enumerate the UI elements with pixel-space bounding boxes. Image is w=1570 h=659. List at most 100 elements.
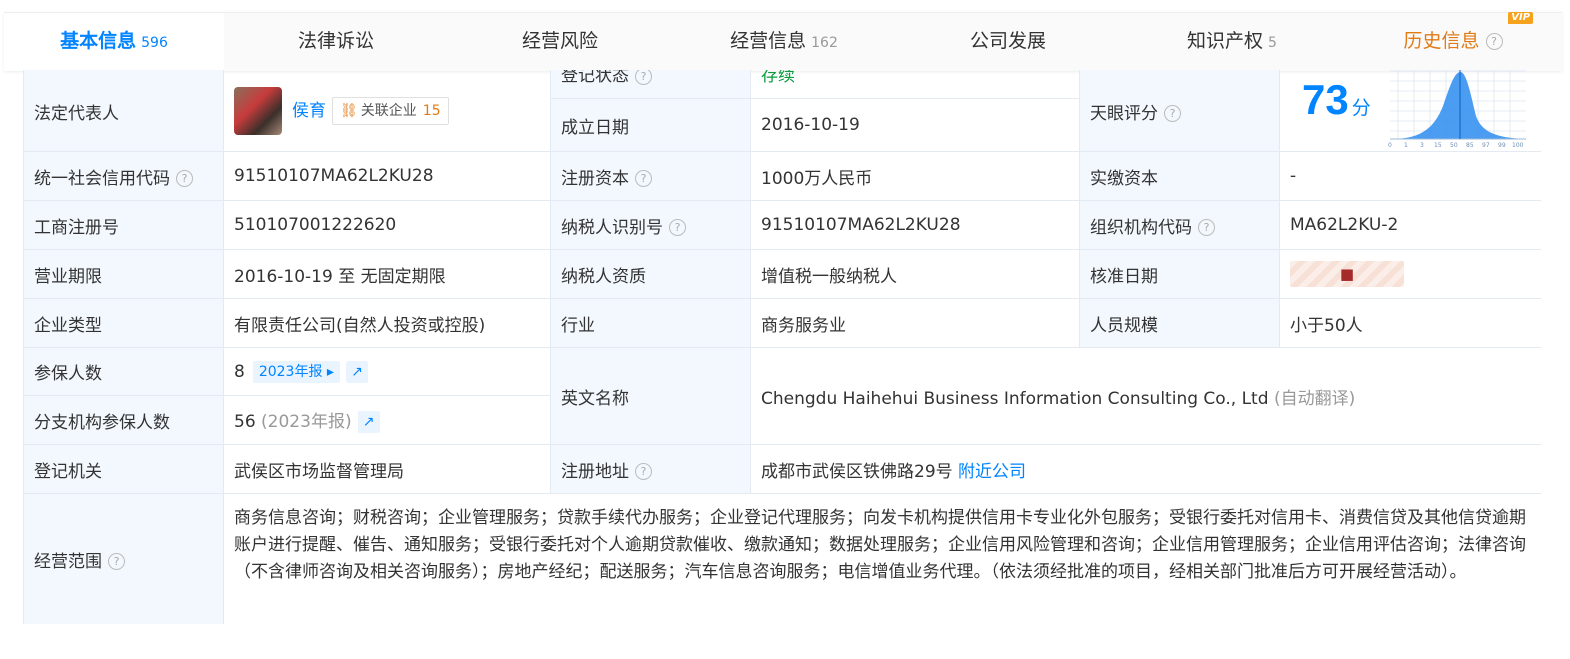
help-icon[interactable]: ?: [176, 170, 193, 187]
help-icon[interactable]: ?: [635, 170, 652, 187]
scope-label-cell: 经营范围?: [23, 493, 224, 624]
approve-date-label: 核准日期: [1090, 266, 1158, 287]
credit-code-value: 91510107MA62L2KU28: [234, 166, 434, 186]
help-icon[interactable]: ?: [635, 70, 652, 85]
english-name-value: Chengdu Haihehui Business Information Co…: [761, 388, 1269, 409]
tab-ip[interactable]: 知识产权 5: [1120, 13, 1344, 71]
line-chart-icon[interactable]: ↗: [345, 360, 368, 383]
help-icon[interactable]: ?: [669, 219, 686, 236]
tab-basic-info[interactable]: 基本信息 596: [4, 13, 224, 71]
tab-label: 基本信息: [60, 30, 137, 52]
paid-capital-label: 实缴资本: [1090, 168, 1158, 189]
annual-report-tag[interactable]: 2023年报 ▸: [252, 360, 340, 383]
score-label-cell: 天眼评分?: [1079, 70, 1280, 152]
tab-label: 历史信息: [1403, 30, 1480, 52]
staff-label: 人员规模: [1090, 315, 1158, 336]
tab-count: 162: [811, 35, 838, 51]
tax-quality-label-cell: 纳税人资质: [550, 249, 751, 299]
staff-label-cell: 人员规模: [1079, 298, 1280, 348]
paid-capital-value: -: [1290, 166, 1297, 186]
status-cell: 存续: [750, 70, 1080, 100]
score-value: 73: [1302, 76, 1349, 123]
type-value: 有限责任公司(自然人投资或控股): [234, 315, 486, 336]
score-axis-tick: 50: [1450, 142, 1458, 149]
scope-label: 经营范围: [34, 551, 102, 572]
help-icon[interactable]: ?: [1485, 33, 1503, 50]
related-companies-button[interactable]: ⛓ 关联企业 15: [332, 97, 449, 125]
score-cell[interactable]: 73 分 0 1 3 15 50 85 97 99 100: [1279, 70, 1541, 152]
tab-count: 596: [141, 35, 168, 51]
insured-value: 8: [234, 361, 245, 382]
tax-quality-label: 纳税人资质: [561, 266, 646, 287]
org-code-label: 组织机构代码: [1090, 217, 1192, 238]
authority-cell: 武侯区市场监督管理局: [223, 444, 551, 494]
score-axis-tick: 97: [1482, 142, 1490, 149]
branch-insured-label-cell: 分支机构参保人数: [23, 395, 224, 445]
taxpayer-id-label-cell: 纳税人识别号?: [550, 200, 751, 250]
help-icon[interactable]: ?: [1164, 105, 1181, 122]
tab-operations[interactable]: 经营信息 162: [672, 13, 896, 71]
industry-label-cell: 行业: [550, 298, 751, 348]
legal-rep-cell: 侯育 ⛓ 关联企业 15: [223, 70, 551, 152]
tab-label: 经营信息: [730, 30, 807, 52]
english-label-cell: 英文名称: [550, 347, 751, 445]
branch-insured-value: 56: [234, 412, 256, 432]
term-cell: 2016-10-19 至 无固定期限: [223, 249, 551, 299]
legal-rep-name-link[interactable]: 侯育: [292, 101, 326, 121]
insured-label-cell: 参保人数: [23, 347, 224, 396]
credit-code-label: 统一社会信用代码: [34, 168, 170, 189]
basic-info-table: 法定代表人 侯育 ⛓ 关联企业 15 登记状态? 存续 天眼评分? 73 分 0…: [23, 70, 1541, 624]
paid-capital-label-cell: 实缴资本: [1079, 151, 1280, 201]
taxpayer-id-cell: 91510107MA62L2KU28: [750, 200, 1080, 250]
auto-translate-note: (自动翻译): [1273, 388, 1356, 409]
line-chart-icon[interactable]: ↗: [357, 411, 380, 433]
address-value: 成都市武侯区铁佛路29号: [761, 461, 953, 482]
branch-insured-note: (2023年报): [261, 412, 352, 432]
status-value: 存续: [761, 70, 795, 87]
org-code-value: MA62L2KU-2: [1290, 215, 1399, 235]
scope-cell: 商务信息咨询；财税咨询；企业管理服务；贷款手续代办服务；企业登记代理服务；向发卡…: [223, 493, 1541, 624]
avatar[interactable]: [234, 87, 282, 135]
tab-count: 5: [1268, 35, 1277, 51]
tab-risk[interactable]: 经营风险: [448, 13, 672, 71]
status-label-cell: 登记状态?: [550, 70, 751, 100]
distribution-curve: [1390, 71, 1526, 139]
founded-label: 成立日期: [561, 117, 629, 138]
network-icon: ⛓: [340, 103, 358, 119]
legal-rep-label-cell: 法定代表人: [23, 70, 224, 152]
type-cell: 有限责任公司(自然人投资或控股): [223, 298, 551, 348]
tax-quality-value: 增值税一般纳税人: [761, 266, 897, 287]
help-icon[interactable]: ?: [635, 463, 652, 480]
help-icon[interactable]: ?: [1198, 219, 1215, 236]
insured-cell: 8 2023年报 ▸ ↗: [223, 347, 551, 396]
org-code-label-cell: 组织机构代码?: [1079, 200, 1280, 250]
score-axis-tick: 3: [1420, 142, 1424, 149]
staff-value: 小于50人: [1290, 315, 1363, 336]
score-distribution-chart: 0 1 3 15 50 85 97 99 100: [1388, 70, 1526, 149]
vip-badge: VIP: [1508, 12, 1533, 24]
help-icon[interactable]: ?: [108, 553, 125, 570]
founded-cell: 2016-10-19: [750, 98, 1080, 152]
tab-legal[interactable]: 法律诉讼: [224, 13, 448, 71]
tab-label: 知识产权: [1187, 30, 1264, 52]
insured-label: 参保人数: [34, 364, 102, 384]
tab-history[interactable]: VIP 历史信息?: [1344, 12, 1562, 71]
term-value: 2016-10-19 至 无固定期限: [234, 266, 446, 287]
credit-code-label-cell: 统一社会信用代码?: [23, 151, 224, 201]
related-label: 关联企业: [360, 103, 417, 119]
type-label: 企业类型: [34, 315, 102, 336]
annual-report-label: 2023年报: [258, 363, 323, 380]
tab-development[interactable]: 公司发展: [896, 13, 1120, 71]
score-display: 73 分: [1302, 76, 1371, 124]
biz-reg-no-cell: 510107001222620: [223, 200, 551, 250]
type-label-cell: 企业类型: [23, 298, 224, 348]
biz-reg-no-label: 工商注册号: [34, 217, 119, 238]
scope-value: 商务信息咨询；财税咨询；企业管理服务；贷款手续代办服务；企业登记代理服务；向发卡…: [234, 508, 1526, 582]
nearby-companies-link[interactable]: 附近公司: [958, 462, 1026, 482]
tab-label: 经营风险: [521, 30, 598, 52]
branch-insured-cell: 56 (2023年报) ↗: [223, 395, 551, 445]
lock-icon[interactable]: ■: [1290, 261, 1404, 287]
score-axis-tick: 99: [1498, 142, 1506, 149]
branch-insured-label: 分支机构参保人数: [34, 412, 170, 433]
tab-label: 法律诉讼: [297, 30, 374, 52]
